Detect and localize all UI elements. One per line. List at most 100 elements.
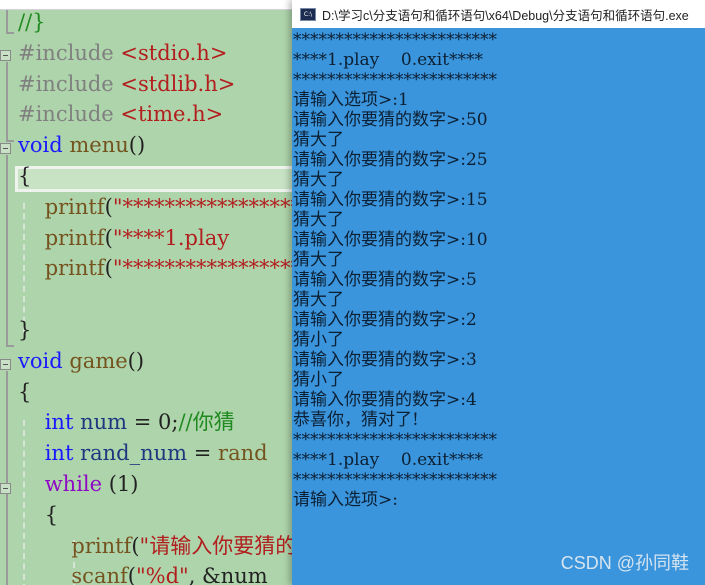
code-token: //} <box>18 10 46 34</box>
outline-end <box>6 345 14 347</box>
code-token: printf <box>18 194 105 219</box>
code-token: () <box>127 348 145 373</box>
code-token: //你猜 <box>178 410 235 435</box>
code-token: } <box>18 318 32 342</box>
code-line[interactable]: int rand_num = rand <box>18 438 268 469</box>
code-token: ( <box>104 225 113 250</box>
code-token: ( <box>104 256 113 281</box>
code-editor[interactable]: //} #include <stdio.h> #include <stdlib.h>… <box>0 10 292 585</box>
code-token: while <box>44 472 103 496</box>
code-line[interactable]: while (1) <box>18 469 139 500</box>
console-line: 猜大了 <box>293 210 344 230</box>
outline-line <box>6 10 8 32</box>
console-app-icon: C:\ <box>300 7 316 21</box>
code-line[interactable]: } <box>18 315 31 346</box>
console-line: 请输入你要猜的数字>:10 <box>293 230 488 250</box>
outline-line <box>6 155 8 345</box>
code-token: game <box>69 348 128 373</box>
current-line-highlight <box>15 166 292 192</box>
code-token: void <box>18 133 63 158</box>
console-line: ************************ <box>293 470 497 490</box>
code-token: #include <box>18 71 121 96</box>
outline-line <box>6 371 8 585</box>
code-line[interactable]: { <box>18 377 31 408</box>
code-token: num <box>80 410 128 435</box>
code-token: scanf <box>18 564 128 585</box>
console-line: 猜大了 <box>293 290 344 310</box>
console-line: 请输入你要猜的数字>:25 <box>293 150 488 170</box>
console-line: 恭喜你，猜对了! <box>293 410 419 430</box>
console-line: 猜大了 <box>293 250 344 270</box>
console-line: 请输入你要猜的数字>:50 <box>293 110 488 130</box>
console-line: 猜小了 <box>293 370 344 390</box>
code-line[interactable]: #include <time.h> <box>18 99 223 130</box>
console-line: ************************ <box>293 430 497 450</box>
code-token: #include <box>18 40 121 65</box>
code-token: "****1.play <box>112 225 230 250</box>
code-line[interactable]: void game() <box>18 346 144 377</box>
code-token: ( <box>104 194 113 219</box>
code-line[interactable]: //} <box>18 10 46 38</box>
code-token: ( <box>127 564 136 585</box>
code-line[interactable]: #include <stdio.h> <box>18 38 227 69</box>
console-line: 猜小了 <box>293 330 344 350</box>
code-token: "%d" <box>135 564 189 585</box>
code-line[interactable]: #include <stdlib.h> <box>18 69 235 100</box>
code-token: "请输入你要猜的数字 <box>139 533 292 558</box>
code-token: menu <box>69 133 129 158</box>
code-token: = 0; <box>127 410 179 435</box>
console-title: D:\学习c\分支语句和循环语句\x64\Debug\分支语句和循环语句.exe <box>322 8 689 23</box>
console-line: ****1.play 0.exit**** <box>293 50 484 70</box>
code-line[interactable]: void menu() <box>18 130 145 161</box>
code-token: printf <box>18 256 105 281</box>
code-token: <stdlib.h> <box>120 71 236 96</box>
outline-end <box>6 32 14 34</box>
console-line: 猜大了 <box>293 130 344 150</box>
watermark: CSDN @孙同鞋 <box>560 553 689 573</box>
console-window[interactable]: C:\ D:\学习c\分支语句和循环语句\x64\Debug\分支语句和循环语句… <box>292 0 705 585</box>
code-token: rand <box>218 441 268 466</box>
console-line: 猜大了 <box>293 170 344 190</box>
outline-line <box>6 62 8 142</box>
code-token: ( <box>131 533 140 558</box>
code-line[interactable]: scanf("%d", &num <box>18 561 268 585</box>
code-token: (1) <box>102 472 139 496</box>
code-token: printf <box>18 533 132 558</box>
console-title-bar[interactable]: C:\ D:\学习c\分支语句和循环语句\x64\Debug\分支语句和循环语句… <box>292 0 705 28</box>
collapse-icon[interactable] <box>0 483 11 494</box>
console-line: 请输入你要猜的数字>:5 <box>293 270 477 290</box>
console-line: 请输入你要猜的数字>:2 <box>293 310 477 330</box>
code-token: void <box>18 348 63 373</box>
console-line: 请输入选项>: <box>293 490 398 510</box>
code-token: , &num <box>188 564 268 585</box>
console-output: ************************ ****1.play 0.exi… <box>293 30 703 510</box>
console-line: 请输入你要猜的数字>:15 <box>293 190 488 210</box>
console-line: 请输入你要猜的数字>:3 <box>293 350 477 370</box>
code-token: #include <box>18 102 121 127</box>
collapse-icon[interactable] <box>0 50 11 61</box>
code-token: <stdio.h> <box>120 40 228 65</box>
code-line[interactable]: { <box>18 500 58 531</box>
code-line[interactable]: printf("************************ <box>18 253 292 284</box>
console-line: ************************ <box>293 70 497 90</box>
code-token: int <box>44 441 74 466</box>
outline-end <box>6 140 14 142</box>
code-token: <time.h> <box>120 102 224 127</box>
console-line: ****1.play 0.exit**** <box>293 450 484 470</box>
collapse-icon[interactable] <box>0 359 11 370</box>
code-token: () <box>128 133 146 158</box>
code-line[interactable]: int num = 0;//你猜 <box>18 407 235 438</box>
code-line[interactable]: printf("****1.play <box>18 223 229 254</box>
code-token: { <box>18 164 32 188</box>
code-token: printf <box>18 225 105 250</box>
console-line: 请输入你要猜的数字>:4 <box>293 390 477 410</box>
code-token: { <box>18 502 59 527</box>
code-line[interactable]: { <box>18 161 31 192</box>
code-line[interactable]: printf("请输入你要猜的数字 <box>18 531 292 562</box>
collapse-icon[interactable] <box>0 143 11 154</box>
code-line[interactable]: printf("************************ <box>18 192 292 223</box>
code-token: "************************ <box>112 256 292 281</box>
